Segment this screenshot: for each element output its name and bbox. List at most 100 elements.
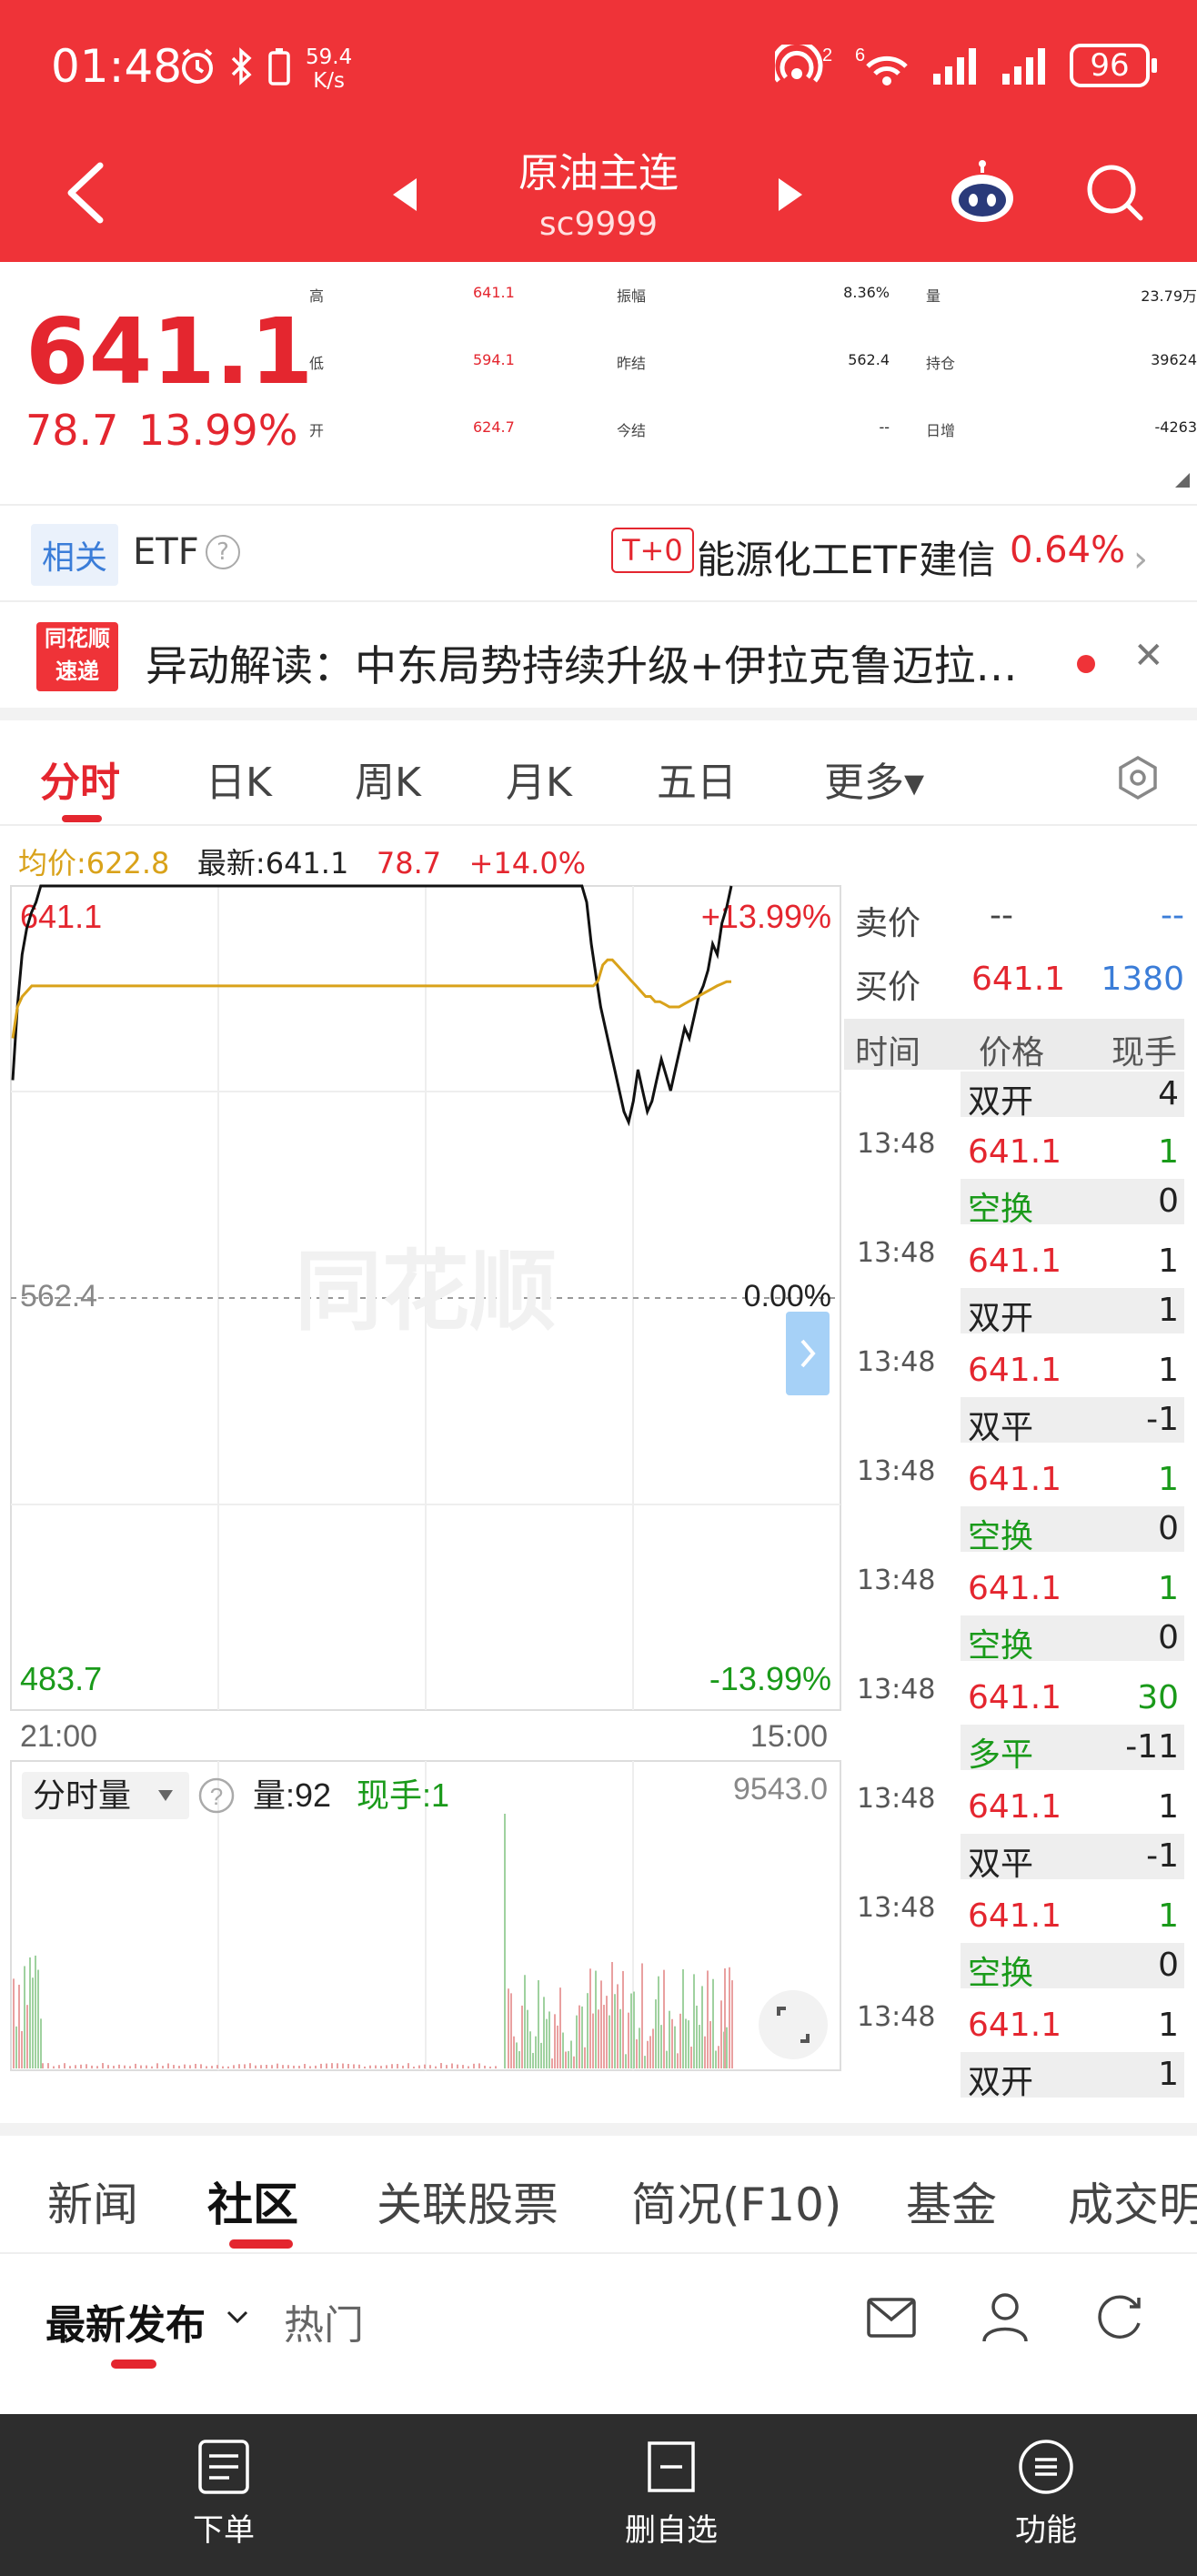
signal-icon-2 <box>1002 48 1045 85</box>
volume-bar <box>484 2065 486 2068</box>
volume-bar <box>293 2065 295 2068</box>
volume-bar <box>508 1988 509 2068</box>
trade-time: 13:48 <box>857 1783 936 1815</box>
intraday-chart[interactable]: 同花顺 641.1 562.4 483.7 +13.99% 0.00% -13.… <box>0 880 844 2103</box>
volume-bar <box>609 2015 610 2068</box>
volume-bar <box>167 2063 169 2068</box>
news-flash-text[interactable]: 异动解读：中东局势持续升级+伊拉克鲁迈拉… <box>146 633 1046 693</box>
volume-bar <box>726 2027 728 2068</box>
tab-community[interactable]: 社区 <box>207 2168 298 2234</box>
trade-row: 13:48 641.1 1 空换 0 <box>844 1888 1184 1997</box>
trade-type-row: 双开 1 <box>961 2052 1184 2101</box>
volume-bar <box>696 2005 698 2068</box>
volume-bar <box>440 2063 442 2068</box>
volume-bar <box>69 2066 71 2068</box>
trade-type: 双开 <box>968 1083 1034 1121</box>
trade-type: 空换 <box>968 1627 1034 1665</box>
header-time: 时间 <box>855 1034 921 1072</box>
volume-bar <box>429 2065 431 2068</box>
trade-type: 多平 <box>968 1736 1034 1774</box>
close-icon[interactable]: ✕ <box>1133 635 1164 677</box>
trade-change: 0 <box>1158 1182 1179 1220</box>
volume-bar <box>562 2032 564 2068</box>
volume-bar <box>674 2026 676 2068</box>
search-icon[interactable] <box>1084 162 1144 222</box>
chevron-right-icon[interactable]: › <box>1133 538 1148 580</box>
tab-monthly-k[interactable]: 月K <box>506 750 572 808</box>
refresh-icon[interactable] <box>1093 2290 1146 2343</box>
volume-bar <box>315 2065 317 2068</box>
volume-bar <box>660 2025 662 2068</box>
remove-watchlist-button[interactable]: 删自选 <box>580 2438 762 2550</box>
volume-bar <box>639 2028 640 2068</box>
volume-bar <box>649 2036 651 2068</box>
bid-price: 641.1 <box>971 961 1066 998</box>
volume-bar <box>266 2065 267 2068</box>
volume-bar <box>26 2005 28 2068</box>
volume-bar <box>271 2065 273 2068</box>
tab-latest[interactable]: 最新发布 <box>45 2292 206 2350</box>
volume-bar <box>326 2063 327 2068</box>
quote-value-high: 641.1 <box>473 284 515 301</box>
quote-field-low: 低 <box>309 351 324 415</box>
tab-intraday[interactable]: 分时 <box>40 750 120 808</box>
tab-five-day[interactable]: 五日 <box>657 750 737 808</box>
wifi-icon: 6 <box>855 45 908 86</box>
tab-hot[interactable]: 热门 <box>284 2292 364 2350</box>
volume-bar <box>669 2010 670 2068</box>
settings-icon[interactable] <box>1115 755 1161 800</box>
trade-type: 空换 <box>968 1955 1034 1992</box>
volume-bar <box>118 2064 120 2068</box>
quote-label-daily-change: 日增 <box>926 422 956 439</box>
trade-type-row: 双平 -1 <box>961 1834 1184 1883</box>
tab-f10[interactable]: 简况(F10) <box>631 2168 841 2234</box>
volume-bar <box>489 2066 491 2068</box>
volume-bar <box>644 2056 646 2068</box>
volume-bar <box>529 2031 531 2068</box>
right-mid-label: 0.00% <box>744 1279 831 1313</box>
status-right-icons: 2 6 96 <box>775 44 1157 87</box>
news-logo-line1: 同花顺 <box>45 626 110 651</box>
tab-active-indicator <box>229 2239 293 2249</box>
price-change: 78.7 <box>25 406 119 455</box>
trade-type-row: 空换 0 <box>961 1943 1184 1992</box>
news-flash-row[interactable]: 同花顺 速递 异动解读：中东局势持续升级+伊拉克鲁迈拉… ✕ <box>0 602 1197 720</box>
assistant-robot-icon[interactable] <box>948 160 1017 226</box>
etf-change-pct: 0.64% <box>1010 529 1126 571</box>
order-button[interactable]: 下单 <box>133 2438 315 2550</box>
volume-bar <box>304 2064 306 2068</box>
tab-trade-detail[interactable]: 成交明 <box>1068 2168 1197 2234</box>
related-etf-row[interactable]: 相关 ETF ? T+0 能源化工ETF建信 0.64% › <box>0 506 1197 602</box>
back-arrow-icon[interactable] <box>60 156 111 229</box>
side-expand-handle[interactable] <box>786 1312 830 1395</box>
volume-bar <box>682 1968 684 2068</box>
corner-expand-icon[interactable] <box>1173 471 1192 489</box>
tab-weekly-k[interactable]: 周K <box>355 750 421 808</box>
tab-fund[interactable]: 基金 <box>906 2168 997 2234</box>
etf-name[interactable]: 能源化工ETF建信 <box>697 529 995 585</box>
chevron-down-icon[interactable] <box>226 2309 249 2327</box>
tab-more[interactable]: 更多▾ <box>824 750 924 808</box>
volume-bar <box>375 2065 377 2068</box>
volume-bar <box>309 2066 311 2068</box>
volume-bar <box>200 2064 202 2068</box>
tab-news[interactable]: 新闻 <box>47 2168 138 2234</box>
volume-bar <box>699 2025 700 2068</box>
trade-price: 641.1 <box>968 1897 1062 1935</box>
volume-bar <box>724 1968 726 2068</box>
mail-icon[interactable] <box>866 2294 917 2341</box>
tab-related-stocks[interactable]: 关联股票 <box>377 2168 558 2234</box>
volume-bar <box>386 2065 387 2068</box>
fullscreen-button[interactable] <box>759 1990 828 2059</box>
bid-qty: 1380 <box>1101 961 1184 998</box>
user-icon[interactable] <box>981 2290 1030 2343</box>
function-button[interactable]: 功能 <box>955 2438 1137 2550</box>
tab-daily-k[interactable]: 日K <box>206 750 272 808</box>
help-icon[interactable]: ? <box>206 535 240 569</box>
caret-left-icon[interactable] <box>389 175 420 215</box>
trade-hand: 1 <box>1158 1570 1179 1607</box>
trade-type-row: 空换 0 <box>961 1615 1184 1665</box>
caret-right-icon[interactable] <box>775 175 806 215</box>
quote-label-amplitude: 振幅 <box>617 287 647 305</box>
app-header: 01:48 59.4 K/s 2 6 96 原油主连 sc9999 <box>0 0 1197 262</box>
